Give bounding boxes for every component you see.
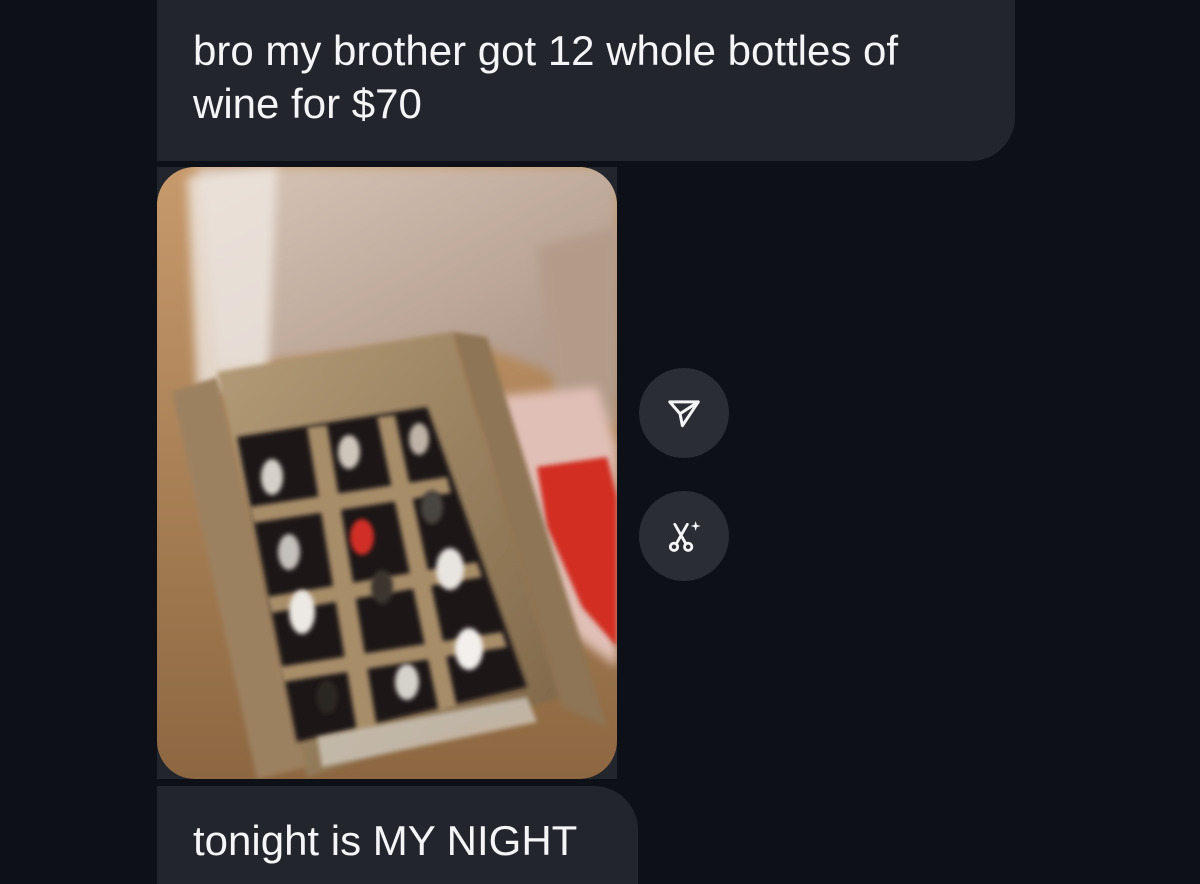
chat-thread: bro my brother got 12 whole bottles of w…: [0, 0, 1200, 884]
cutout-button[interactable]: [639, 491, 729, 581]
message-bubble[interactable]: bro my brother got 12 whole bottles of w…: [157, 0, 1015, 161]
message-text: bro my brother got 12 whole bottles of w…: [193, 27, 899, 127]
message-bubble[interactable]: tonight is MY NIGHT: [157, 786, 638, 884]
share-button[interactable]: [639, 368, 729, 458]
photo-illustration: [157, 167, 617, 779]
message-text: tonight is MY NIGHT: [193, 817, 578, 864]
send-icon: [668, 400, 700, 428]
wine-case-photo[interactable]: [157, 167, 617, 779]
scissors-sparkle-icon: [668, 521, 701, 552]
photo-message[interactable]: [157, 167, 617, 779]
